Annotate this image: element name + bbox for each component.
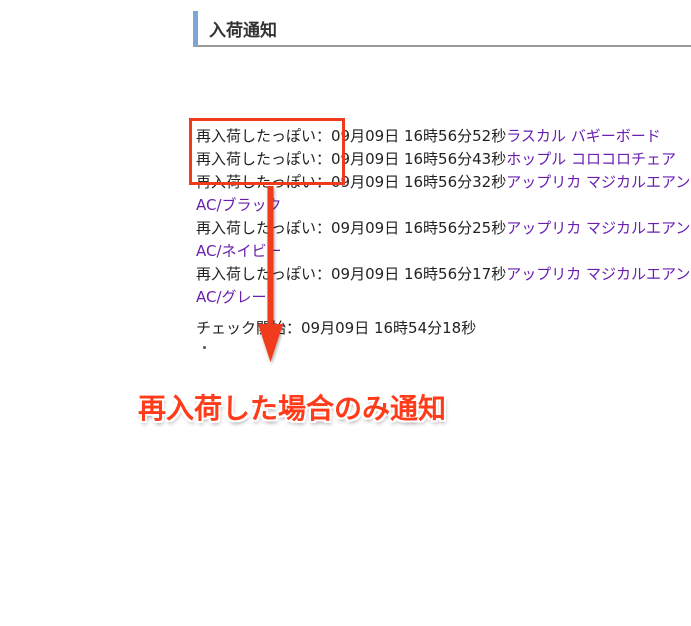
- annotation-text: 再入荷した場合のみ通知: [138, 392, 447, 425]
- down-arrow-icon: [258, 186, 283, 362]
